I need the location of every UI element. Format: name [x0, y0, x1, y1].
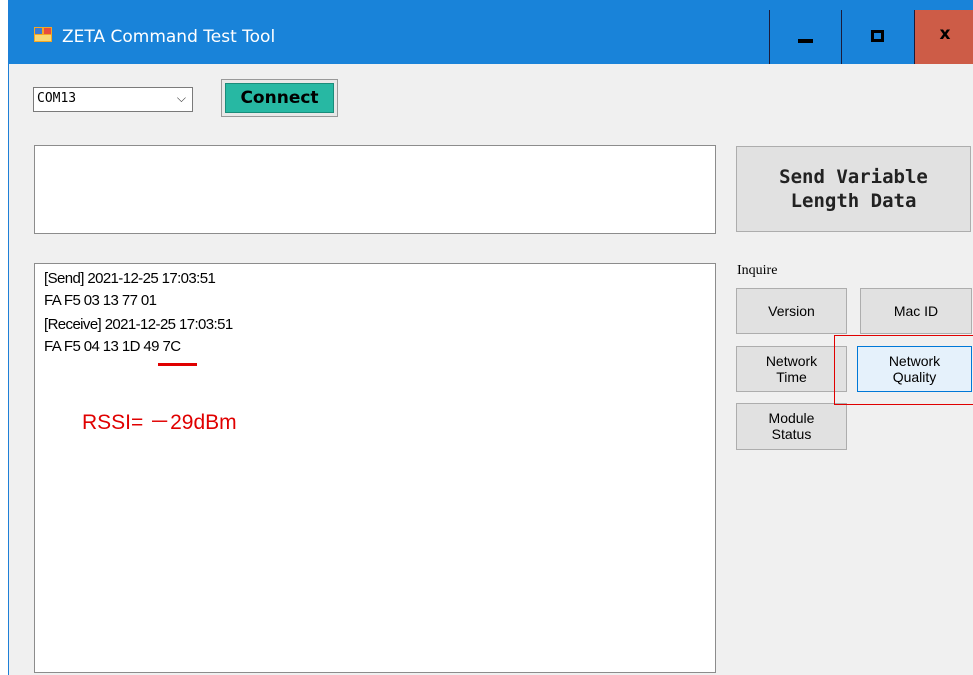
inquire-label: Inquire	[737, 263, 778, 278]
module-status-label-line2: Status	[771, 426, 812, 442]
close-button[interactable]: x	[914, 10, 973, 64]
rssi-byte-underline	[158, 363, 197, 366]
module-status-button[interactable]: Module Status	[736, 403, 847, 450]
close-icon: x	[939, 24, 951, 44]
chevron-down-icon[interactable]: ⌵	[177, 91, 186, 106]
mac-id-button-label: Mac ID	[893, 303, 939, 319]
send-data-input[interactable]	[34, 145, 716, 234]
window-title: ZETA Command Test Tool	[62, 27, 276, 47]
log-output[interactable]: [Send] 2021-12-25 17:03:51 FA F5 03 13 7…	[34, 263, 716, 673]
com-port-value: COM13	[37, 91, 77, 106]
log-line: [Receive] 2021-12-25 17:03:51	[44, 316, 233, 333]
connect-button-label: Connect	[225, 83, 334, 113]
connect-button[interactable]: Connect	[221, 79, 338, 117]
version-button[interactable]: Version	[736, 288, 847, 334]
maximize-icon	[871, 30, 884, 42]
log-line: [Send] 2021-12-25 17:03:51	[44, 270, 216, 287]
send-variable-label-line1: Send Variable	[779, 166, 928, 188]
rssi-annotation: RSSI= －29dBm	[82, 411, 237, 434]
version-button-label: Version	[768, 303, 815, 319]
highlight-box	[834, 335, 973, 405]
log-line: FA F5 03 13 77 01	[44, 292, 157, 309]
log-line: FA F5 04 13 1D 49 7C	[44, 338, 181, 355]
mac-id-button[interactable]: Mac ID	[860, 288, 972, 334]
network-time-label-line1: Network	[765, 353, 818, 369]
minimize-icon	[798, 39, 813, 43]
minimize-button[interactable]	[769, 10, 841, 64]
title-bar[interactable]: ZETA Command Test Tool x	[9, 0, 973, 64]
com-port-select[interactable]: COM13 ⌵	[33, 87, 193, 112]
maximize-button[interactable]	[841, 10, 913, 64]
send-variable-length-data-button[interactable]: Send Variable Length Data	[736, 146, 971, 232]
network-time-button[interactable]: Network Time	[736, 346, 847, 392]
app-icon	[34, 27, 52, 42]
main-window: ZETA Command Test Tool x COM13 ⌵ Connect…	[8, 0, 973, 675]
network-time-label-line2: Time	[776, 369, 807, 385]
module-status-label-line1: Module	[768, 410, 815, 426]
send-variable-label-line2: Length Data	[790, 190, 917, 212]
